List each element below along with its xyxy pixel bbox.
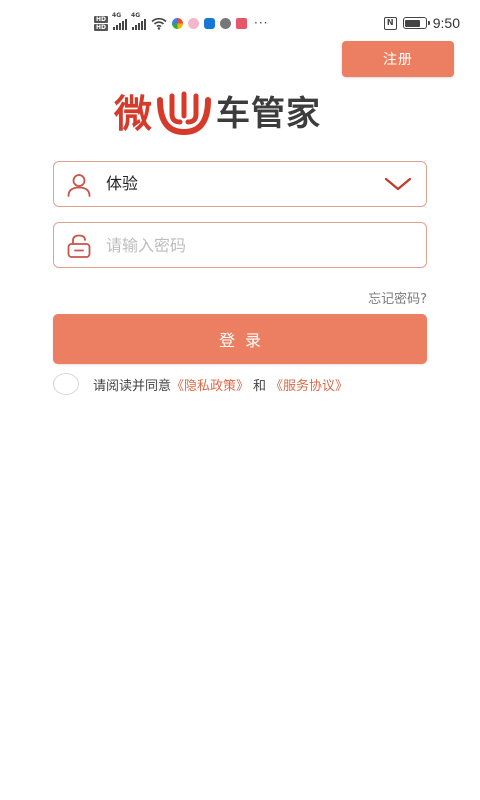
- username-value: 体验: [106, 174, 139, 193]
- logo-mark-icon: [157, 91, 212, 136]
- app-notification-icon-2: [188, 17, 200, 29]
- hd-indicator: HD HD: [94, 15, 109, 31]
- app-notification-icon-4: [220, 17, 232, 29]
- app-logo: 微 车管家: [114, 86, 370, 142]
- agreement-prefix: 请阅读并同意: [93, 378, 172, 394]
- nfc-icon: N: [383, 16, 397, 30]
- logo-text-brand: 车管家: [216, 94, 322, 134]
- password-field-container: [53, 222, 427, 268]
- mail-icon: [236, 17, 248, 29]
- logo-text-wei: 微: [114, 91, 153, 136]
- signal-icon-1: 4G: [112, 12, 128, 30]
- login-button[interactable]: 登录: [53, 314, 427, 364]
- battery-icon: [402, 17, 430, 29]
- status-time: 9:50: [432, 15, 460, 31]
- register-button[interactable]: 注册: [342, 41, 454, 77]
- forgot-password-link[interactable]: 忘记密码?: [368, 288, 427, 307]
- password-input[interactable]: [106, 231, 406, 259]
- service-agreement-link[interactable]: 《服务协议》: [270, 375, 348, 394]
- lock-icon: [67, 234, 91, 258]
- account-selector[interactable]: 体验: [53, 161, 427, 207]
- wifi-icon: [151, 17, 167, 30]
- app-notification-icon-1: [172, 17, 184, 29]
- chevron-down-icon[interactable]: [384, 174, 412, 194]
- agreement-and: 和: [253, 378, 267, 394]
- status-bar-left: HD HD 4G 4G ···: [94, 12, 268, 34]
- agreement-checkbox[interactable]: [53, 373, 79, 395]
- status-bar: HD HD 4G 4G ··· N 9:50: [0, 0, 480, 46]
- hd-badge-1: HD: [94, 15, 109, 23]
- status-bar-right: N 9:50: [383, 12, 460, 34]
- privacy-policy-link[interactable]: 《隐私政策》: [171, 375, 249, 394]
- agreement-row: 请阅读并同意 《隐私政策》 和 《服务协议》: [53, 372, 348, 396]
- app-notification-icon-3: [204, 17, 216, 29]
- hd-badge-2: HD: [94, 23, 109, 31]
- more-notifications-icon: ···: [254, 16, 269, 30]
- user-icon: [67, 174, 91, 197]
- network-type-1: 4G: [112, 12, 122, 19]
- network-type-2: 4G: [131, 12, 141, 19]
- signal-icon-2: 4G: [131, 12, 147, 30]
